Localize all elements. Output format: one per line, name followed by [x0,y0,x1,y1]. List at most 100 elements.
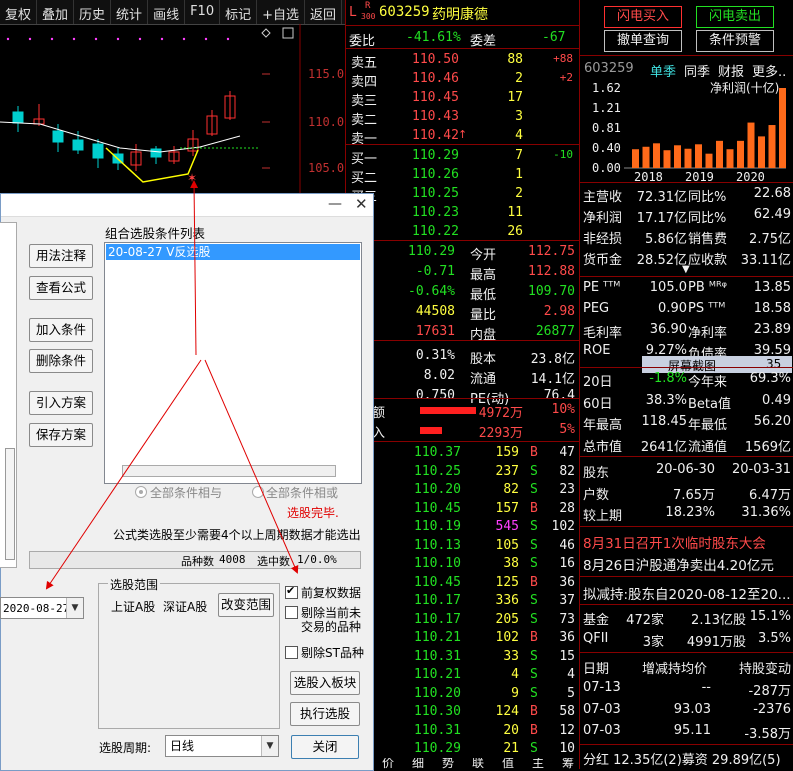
news-2[interactable]: 8月26日沪股通净卖出4.20亿元 [580,552,793,574]
ask-row[interactable]: 卖五 110.50 88 +88 [346,50,579,71]
toolbar-button[interactable]: 标记 [220,0,258,24]
usage-notes-button[interactable]: 用法注释 [29,244,93,268]
bid-price: 110.29 [412,148,459,163]
chevron-down-icon[interactable]: ▼ [66,598,83,618]
minimize-icon[interactable]: — [328,196,342,212]
restore-checkbox[interactable]: ✔ [285,584,298,599]
stat-row: 幅-0.64%最低109.70 [346,282,579,303]
tick-price: 110.19 [414,519,461,534]
close-icon[interactable]: ✕ [355,195,368,213]
stat-value-2: 14.1亿 [530,372,575,387]
expand-arrow-icon[interactable]: ▼ [682,264,690,275]
price-label: 115.0 [308,67,344,81]
execute-selection-button[interactable]: 执行选股 [290,702,360,726]
toolbar-button[interactable]: F10 [185,0,221,24]
left-scrollbar[interactable] [5,448,15,560]
tick-direction: S [530,482,538,497]
header-change: 持股变动 [738,662,791,677]
price-label: 105.0 [308,161,344,175]
quote-footer-tab[interactable]: 筹 [562,758,574,769]
radio-and[interactable] [135,486,147,498]
toolbar-button[interactable]: 画线 [148,0,186,24]
toolbar-button[interactable]: +自选 [257,0,306,24]
weibi-value: -41.61% [406,30,461,45]
bid-row[interactable]: 四110.2311 [346,203,579,224]
ask-row[interactable]: 卖三 110.45 17 [346,88,579,109]
save-scheme-button[interactable]: 保存方案 [29,423,93,447]
profit-bar [716,140,723,168]
dividend-footer-text: 分红 12.35亿(2)募资 29.89亿(5) [583,753,781,768]
change-range-button[interactable]: 改变范围 [218,593,274,617]
stat-label-2: 股本 [470,352,497,367]
signal-dot [204,37,208,41]
add-condition-button[interactable]: 加入条件 [29,318,93,342]
holder-row: 较上期 18.23% 31.36% [580,503,793,524]
toolbar-button[interactable]: 统计 [111,0,149,24]
condition-alert-button[interactable]: 条件预警 [696,30,774,52]
view-formula-button[interactable]: 查看公式 [29,276,93,300]
tick-count: 5 [567,685,575,701]
radio-or[interactable] [252,486,264,498]
toolbar-button[interactable]: 历史 [74,0,112,24]
quote-footer-tab[interactable]: 细 [412,758,424,769]
toolbar-button[interactable]: 复权 [0,0,38,24]
info-label-2: PB ᴹᴿᵠ [688,280,728,295]
quote-panel: L R 300 603259 药明康德 委比 -41.61% 委差 -67 卖五… [345,0,579,769]
toolbar-button[interactable]: 叠加 [37,0,75,24]
profit-bar [758,136,765,168]
info-row: 主营收 72.31亿 同比% 22.68 [580,184,793,205]
quote-footer-tab[interactable]: 主 [532,758,544,769]
ask-row[interactable]: 卖二 110.43 3 [346,107,579,128]
delete-condition-button[interactable]: 删除条件 [29,349,93,373]
order-query-button[interactable]: 撤单查询 [604,30,682,52]
divider [580,456,793,457]
tick-price: 110.17 [414,593,461,608]
stock-header[interactable]: L R 300 603259 药明康德 [346,1,579,23]
info-label-2: 流通值 [688,439,728,455]
radio-or-label: 全部条件相或 [266,486,339,500]
flash-sell-button[interactable]: 闪电卖出 [696,6,774,28]
quote-footer-tabs[interactable]: 价细势联值主筹 [346,758,579,769]
chevron-down-icon[interactable]: ▼ [261,736,278,756]
selected-label: 选中数 [257,555,290,568]
ask-row[interactable]: 卖四 110.46 2 +2 [346,69,579,90]
formula-note: 公式类选股至少需要4个以上周期数据才能选出 [113,528,361,542]
candle-body [52,130,64,143]
finance-tabs: 603259 单季 同季 财报 更多.. [580,59,793,80]
date-picker[interactable]: 2020-08-27 ▼ [0,597,84,619]
bid-row[interactable]: 买二 110.26 1 [346,165,579,186]
news-1[interactable]: 8月31日召开1次临时股东大会 [580,530,793,552]
holding-row: 07-13 -- -287万 [580,678,793,699]
quote-footer-tab[interactable]: 值 [502,758,514,769]
exclude-st-checkbox[interactable] [285,646,298,659]
stat-row: 手0.31%股本23.8亿 [346,346,579,367]
holder-value-1: 7.65万 [673,487,715,503]
exclude-untraded-checkbox[interactable] [285,606,298,619]
toolbar-button[interactable]: 返回 [305,0,343,24]
reduction-plan[interactable]: 拟减持:股东自2020-08-12至20... [580,581,793,603]
selection-done-text: 选股完毕. [287,506,339,520]
quote-footer-tab[interactable]: 价 [382,758,394,769]
import-scheme-button[interactable]: 引入方案 [29,391,93,415]
tick-count: 58 [559,704,575,719]
bid-row[interactable]: 买三110.252 [346,184,579,205]
quote-footer-tab[interactable]: 联 [472,758,484,769]
count-label: 品种数 [181,555,214,568]
tick-row[interactable]: 52110.2921S10 [346,739,579,760]
dialog-titlebar[interactable]: — ✕ [1,194,373,217]
period-label: 选股周期: [99,741,152,755]
tab-code[interactable]: 603259 [584,61,634,76]
list-hscrollbar[interactable] [122,465,336,477]
condition-list-item[interactable]: 20-08-27 V反选股 [106,244,360,260]
selected-value: 1/0.0% [297,553,337,566]
bid-row[interactable]: 买一 110.29 7 -10 [346,146,579,167]
diamond-icon[interactable] [261,28,271,38]
quote-footer-tab[interactable]: 势 [442,758,454,769]
add-to-block-button[interactable]: 选股入板块 [290,671,360,695]
divider [346,48,579,49]
period-select[interactable]: 日线 ▼ [165,735,279,757]
flash-buy-button[interactable]: 闪电买入 [604,6,682,28]
condition-list[interactable]: 20-08-27 V反选股 [104,242,362,484]
close-button[interactable]: 关闭 [291,735,359,759]
expand-icon[interactable] [282,27,294,39]
